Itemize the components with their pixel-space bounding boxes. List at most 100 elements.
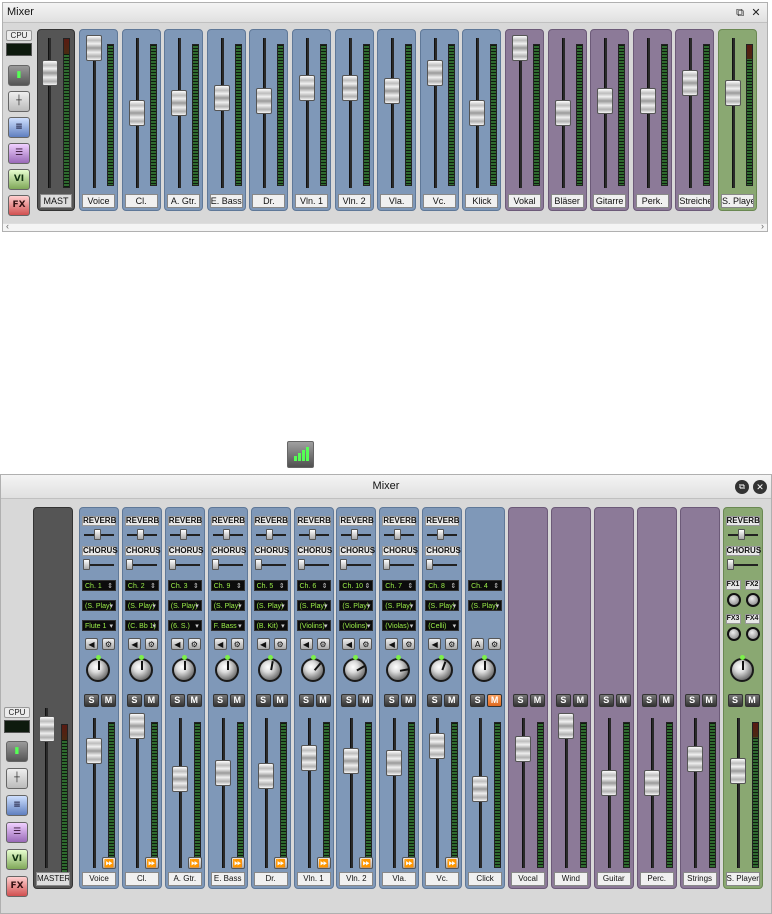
volume-fader[interactable] bbox=[469, 100, 486, 126]
channel-select[interactable]: Ch. 9 ⇕ bbox=[210, 580, 245, 591]
volume-fader[interactable] bbox=[729, 758, 746, 784]
volume-fader[interactable] bbox=[515, 736, 531, 762]
chorus-slider[interactable] bbox=[83, 559, 90, 570]
volume-fader[interactable] bbox=[171, 766, 188, 792]
solo-button[interactable]: S bbox=[513, 694, 528, 707]
speaker-icon[interactable]: ◀ bbox=[299, 638, 313, 650]
solo-button[interactable]: S bbox=[298, 694, 314, 707]
solo-button[interactable]: S bbox=[598, 694, 614, 707]
gear-icon[interactable]: ⚙ bbox=[144, 638, 158, 650]
volume-fader[interactable] bbox=[600, 770, 617, 796]
master-fader[interactable] bbox=[39, 716, 55, 742]
volume-fader[interactable] bbox=[343, 748, 360, 774]
volume-fader[interactable] bbox=[639, 88, 656, 114]
channel-select[interactable]: Ch. 7 ⇕ bbox=[382, 580, 417, 591]
meter-view-icon[interactable] bbox=[287, 441, 314, 468]
chorus-slider[interactable] bbox=[254, 559, 262, 570]
volume-fader[interactable] bbox=[300, 745, 317, 771]
fader-view-button[interactable]: ┼ bbox=[6, 768, 28, 789]
fast-forward-icon[interactable]: ⏩ bbox=[359, 857, 374, 869]
volume-fader[interactable] bbox=[213, 85, 230, 111]
solo-button[interactable]: S bbox=[727, 694, 743, 707]
speaker-icon[interactable]: ◀ bbox=[85, 638, 98, 650]
fx1-knob[interactable] bbox=[726, 593, 741, 607]
chorus-slider[interactable] bbox=[383, 559, 391, 570]
pan-knob[interactable] bbox=[214, 655, 239, 682]
solo-button[interactable]: S bbox=[255, 694, 271, 707]
solo-button[interactable]: S bbox=[555, 694, 571, 707]
gear-icon[interactable]: ⚙ bbox=[273, 638, 287, 650]
restore-icon[interactable]: ⧉ bbox=[733, 6, 747, 20]
fast-forward-icon[interactable]: ⏩ bbox=[187, 857, 202, 869]
gear-icon[interactable]: ⚙ bbox=[316, 638, 330, 650]
speaker-icon[interactable]: ◀ bbox=[256, 638, 270, 650]
solo-button[interactable]: S bbox=[384, 694, 400, 707]
device-select[interactable]: (S. Play) ▾ bbox=[425, 600, 460, 611]
pan-knob[interactable] bbox=[171, 655, 196, 682]
fast-forward-icon[interactable]: ⏩ bbox=[273, 857, 288, 869]
pan-knob[interactable] bbox=[128, 655, 153, 682]
mute-button[interactable]: M bbox=[572, 694, 588, 707]
volume-fader[interactable] bbox=[597, 88, 614, 114]
device-select[interactable]: (S. Play) ▾ bbox=[124, 600, 159, 611]
pan-knob[interactable] bbox=[472, 655, 497, 682]
fx4-knob[interactable] bbox=[745, 627, 760, 641]
device-select[interactable]: (S. Play) ▾ bbox=[210, 600, 245, 611]
volume-fader[interactable] bbox=[256, 88, 273, 114]
speaker-icon[interactable]: ◀ bbox=[385, 638, 399, 650]
gear-icon[interactable]: ⚙ bbox=[230, 638, 244, 650]
reverb-slider[interactable] bbox=[308, 529, 316, 540]
mute-button[interactable]: M bbox=[186, 694, 202, 707]
patch-select[interactable]: (Violins) ▾ bbox=[339, 620, 374, 631]
fast-forward-icon[interactable]: ⏩ bbox=[144, 857, 159, 869]
gear-icon[interactable]: ⚙ bbox=[359, 638, 373, 650]
scroll-left-icon[interactable]: ‹ bbox=[6, 221, 9, 231]
volume-fader[interactable] bbox=[472, 776, 489, 802]
mute-button[interactable]: M bbox=[444, 694, 460, 707]
speaker-icon[interactable]: ◀ bbox=[428, 638, 442, 650]
solo-button[interactable]: S bbox=[126, 694, 142, 707]
pan-knob[interactable] bbox=[86, 655, 110, 682]
title-bar[interactable]: Mixer ⧉ ✕ bbox=[1, 475, 771, 499]
channel-select[interactable]: Ch. 5 ⇕ bbox=[253, 580, 288, 591]
device-select[interactable]: (S. Play) ▾ bbox=[382, 600, 417, 611]
mute-button[interactable]: M bbox=[487, 694, 503, 707]
fader-view-button[interactable]: ┼ bbox=[8, 91, 30, 112]
mute-button[interactable]: M bbox=[229, 694, 245, 707]
solo-button[interactable]: S bbox=[641, 694, 657, 707]
mute-button[interactable]: M bbox=[358, 694, 374, 707]
meter-view-button[interactable]: ▮ bbox=[8, 65, 30, 86]
volume-fader[interactable] bbox=[86, 738, 102, 764]
mute-button[interactable]: M bbox=[658, 694, 674, 707]
reverb-slider[interactable] bbox=[179, 529, 187, 540]
mute-button[interactable]: M bbox=[143, 694, 159, 707]
fast-forward-icon[interactable]: ⏩ bbox=[402, 857, 417, 869]
staves-button[interactable]: ≡ bbox=[6, 795, 28, 816]
mute-button[interactable]: M bbox=[101, 694, 116, 707]
gear-icon[interactable]: ⚙ bbox=[488, 638, 502, 650]
volume-fader[interactable] bbox=[214, 760, 231, 786]
restore-icon[interactable]: ⧉ bbox=[735, 480, 749, 494]
pan-knob[interactable] bbox=[257, 655, 282, 682]
chorus-slider[interactable] bbox=[426, 559, 434, 570]
groups-button[interactable]: ☰ bbox=[6, 822, 28, 843]
patch-select[interactable]: (Violas) ▾ bbox=[382, 620, 417, 631]
volume-fader[interactable] bbox=[299, 75, 315, 101]
volume-fader[interactable] bbox=[686, 746, 703, 772]
reverb-slider[interactable] bbox=[437, 529, 445, 540]
pan-knob[interactable] bbox=[729, 655, 754, 682]
pan-knob[interactable] bbox=[343, 655, 368, 682]
solo-button[interactable]: S bbox=[169, 694, 185, 707]
gear-icon[interactable]: ⚙ bbox=[402, 638, 416, 650]
device-select[interactable]: (S. Play) ▾ bbox=[82, 600, 116, 611]
fast-forward-icon[interactable]: ⏩ bbox=[230, 857, 245, 869]
volume-fader[interactable] bbox=[512, 35, 528, 61]
speaker-icon[interactable]: ◀ bbox=[213, 638, 227, 650]
patch-select[interactable]: (Violins) ▾ bbox=[296, 620, 331, 631]
patch-select[interactable]: (Celli) ▾ bbox=[425, 620, 460, 631]
speaker-icon[interactable]: ◀ bbox=[342, 638, 356, 650]
volume-fader[interactable] bbox=[426, 60, 443, 86]
patch-select[interactable]: F. Bass ▾ bbox=[210, 620, 245, 631]
gear-icon[interactable]: ⚙ bbox=[102, 638, 115, 650]
volume-fader[interactable] bbox=[643, 770, 660, 796]
